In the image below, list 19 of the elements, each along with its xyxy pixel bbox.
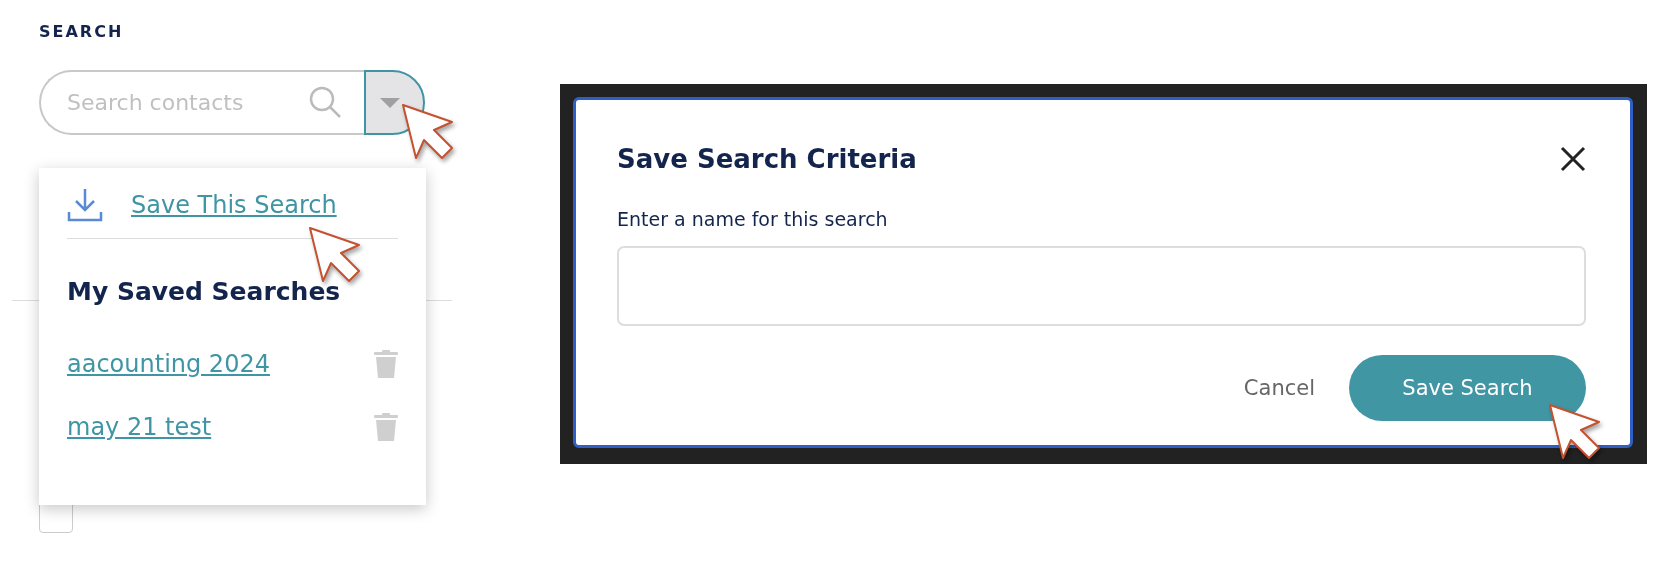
saved-searches-heading: My Saved Searches (67, 277, 342, 306)
saved-search-link[interactable]: aacounting 2024 (67, 349, 270, 378)
saved-search-link[interactable]: may 21 test (67, 412, 212, 441)
save-search-link[interactable]: Save This Search (131, 191, 337, 219)
cursor-icon (309, 227, 361, 283)
cancel-button[interactable]: Cancel (1237, 375, 1321, 401)
search-icon (308, 85, 342, 119)
dialog-title: Save Search Criteria (617, 144, 917, 174)
search-field[interactable]: Search contacts (39, 70, 364, 135)
caret-icon (379, 97, 400, 108)
section-heading: SEARCH (39, 22, 125, 41)
save-search-button[interactable]: Save Search (1349, 355, 1586, 421)
cursor-icon (402, 104, 454, 160)
close-button[interactable] (1560, 146, 1586, 172)
field-label: Enter a name for this search (617, 208, 889, 230)
trash-icon[interactable] (374, 349, 398, 378)
download-icon (67, 188, 103, 222)
trash-icon[interactable] (374, 412, 398, 441)
input-field[interactable] (617, 246, 1586, 326)
